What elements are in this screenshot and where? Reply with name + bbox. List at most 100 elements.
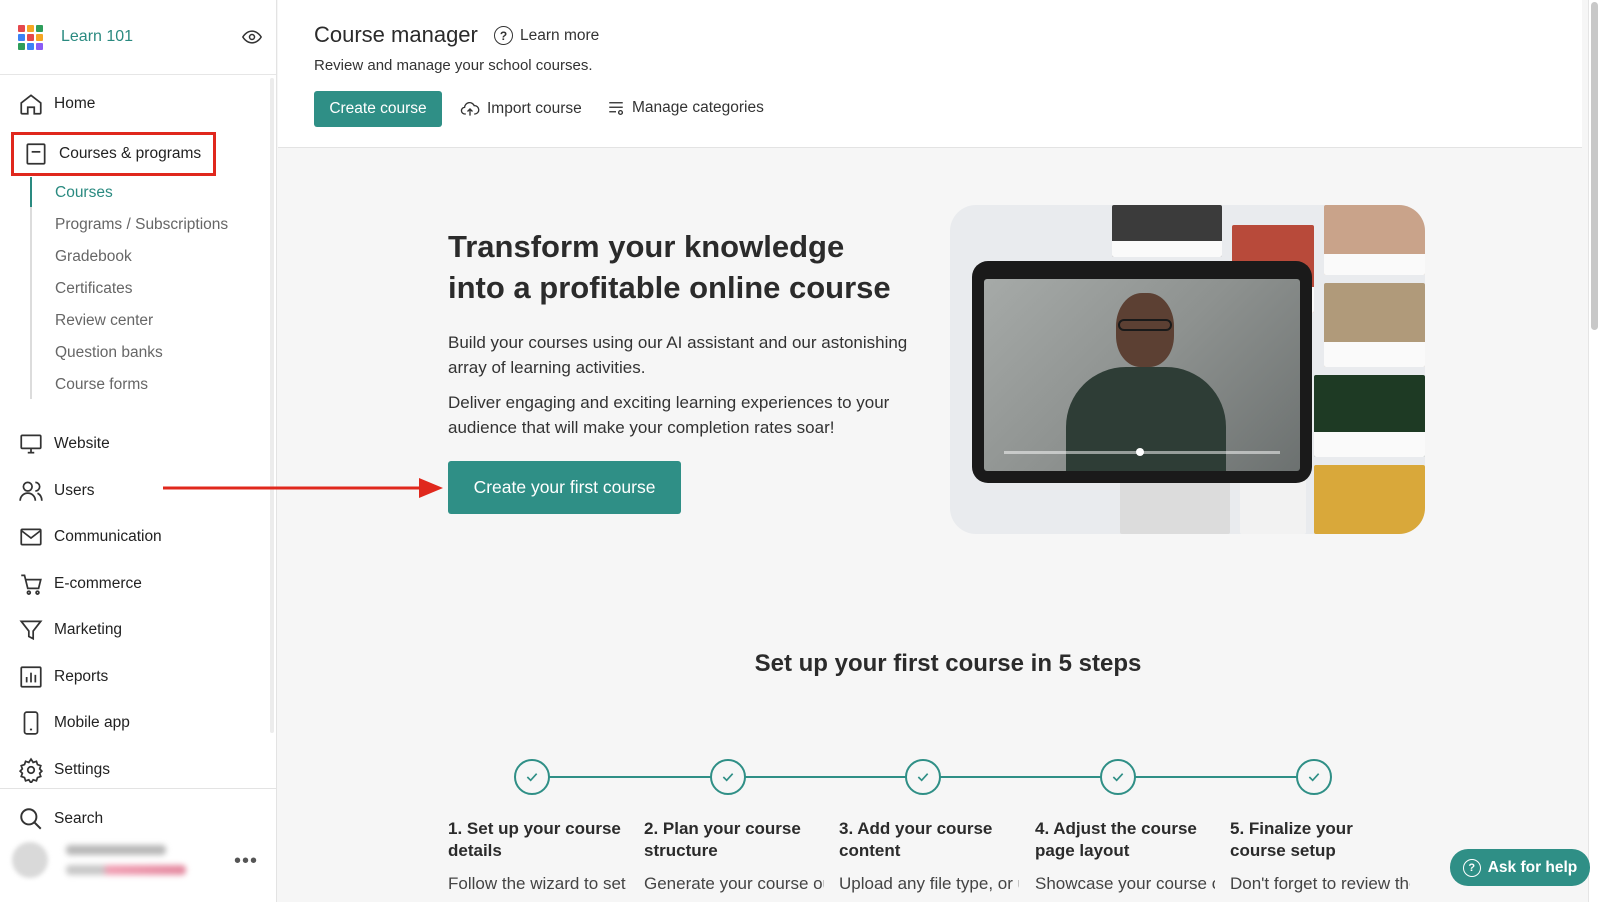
steps-title: Set up your first course in 5 steps <box>754 650 1142 677</box>
brand-logo-cell <box>36 33 43 41</box>
step-3-check-icon <box>905 759 941 795</box>
sidebar-item-label: Courses & programs <box>59 145 202 162</box>
brand-logo-cell <box>18 33 25 41</box>
video-screen <box>984 279 1300 471</box>
step-3-title: 3. Add your course content <box>839 819 993 860</box>
help-circle-icon: ? <box>494 26 513 45</box>
home-icon <box>20 94 42 115</box>
collage-tile <box>1314 465 1425 534</box>
step-2-description: Generate your course outline in a <box>644 874 824 893</box>
subnav-item-programs[interactable]: Programs / Subscriptions <box>55 216 228 234</box>
sidebar-item-users[interactable]: Users <box>18 478 94 504</box>
sidebar-item-search[interactable]: Search <box>18 806 103 832</box>
funnel-icon <box>19 620 43 641</box>
subnav-item-course-forms[interactable]: Course forms <box>55 376 148 394</box>
sidebar-item-label: Marketing <box>54 621 123 638</box>
categories-icon <box>609 102 624 116</box>
tablet-video-frame <box>972 261 1312 483</box>
account-menu[interactable] <box>12 842 186 878</box>
collage-tile <box>1112 205 1222 257</box>
courses-subnav: Courses Programs / Subscriptions Gradebo… <box>30 177 228 399</box>
manage-categories-label: Manage categories <box>632 99 764 116</box>
annotation-arrow-icon <box>163 478 443 498</box>
presenter-glasses <box>1118 319 1172 331</box>
subnav-item-courses[interactable]: Courses <box>55 184 113 202</box>
step-5-description: Don't forget to review the course <box>1230 874 1410 893</box>
eye-icon[interactable] <box>242 27 262 47</box>
create-first-course-button[interactable]: Create your first course <box>448 461 681 514</box>
page-subtitle: Review and manage your school courses. <box>314 57 593 74</box>
courses-icon <box>26 143 46 165</box>
ask-for-help-label: Ask for help <box>1487 858 1578 876</box>
collage-tile <box>1324 283 1425 367</box>
sidebar-scrollbar[interactable] <box>270 78 274 733</box>
sidebar-item-ecommerce[interactable]: E-commerce <box>18 571 142 597</box>
step-1-check-icon <box>514 759 550 795</box>
subnav-item-question-banks[interactable]: Question banks <box>55 344 163 362</box>
sidebar-item-settings[interactable]: Settings <box>18 757 110 783</box>
reports-icon <box>20 666 42 688</box>
subnav-item-certificates[interactable]: Certificates <box>55 280 133 298</box>
import-course-button[interactable]: Import course <box>460 99 582 119</box>
step-5-check-icon <box>1296 759 1332 795</box>
subnav-item-gradebook[interactable]: Gradebook <box>55 248 132 266</box>
brand-logo-cell <box>18 42 25 50</box>
collage-tile <box>1314 375 1425 457</box>
page-header: Course manager ? Learn more Review and m… <box>278 0 1582 148</box>
sidebar-item-courses-programs[interactable]: Courses & programs <box>11 132 217 176</box>
sidebar-item-label: Website <box>54 435 110 452</box>
active-indicator <box>30 177 32 207</box>
search-icon <box>20 808 42 830</box>
step-4-check-icon <box>1100 759 1136 795</box>
step-4-description: Showcase your course offering and <box>1035 874 1215 893</box>
page-title: Course manager <box>314 22 478 47</box>
hero-title: Transform your knowledge into a profitab… <box>448 229 891 305</box>
learn-more-link[interactable]: ? Learn more <box>494 26 599 45</box>
page-scrollbar-thumb[interactable] <box>1591 2 1598 330</box>
page-scrollbar[interactable] <box>1588 0 1600 902</box>
sidebar: Learn 101 Home Courses & programs Course… <box>0 0 277 902</box>
ask-for-help-button[interactable]: ? Ask for help <box>1450 849 1590 886</box>
create-course-button[interactable]: Create course <box>314 91 442 127</box>
sidebar-item-label: Home <box>54 95 96 112</box>
hero-paragraph-2: Deliver engaging and exciting learning e… <box>448 393 890 437</box>
sidebar-item-label: Search <box>54 810 104 827</box>
phone-icon <box>23 711 39 735</box>
step-1-description: Follow the wizard to set up title, URL <box>448 874 628 893</box>
learn-more-label: Learn more <box>520 26 600 44</box>
sidebar-item-home[interactable]: Home <box>18 91 95 117</box>
manage-categories-button[interactable]: Manage categories <box>607 99 764 117</box>
brand-name[interactable]: Learn 101 <box>61 28 133 46</box>
users-icon <box>19 481 43 501</box>
mail-icon <box>20 528 42 546</box>
collage-tile <box>1324 205 1425 275</box>
brand-bar: Learn 101 <box>0 0 276 75</box>
video-progress-bar <box>1004 448 1280 456</box>
monitor-icon <box>20 434 42 454</box>
sidebar-item-mobile-app[interactable]: Mobile app <box>18 710 130 736</box>
subnav-item-review-center[interactable]: Review center <box>55 312 153 330</box>
brand-logo-icon[interactable] <box>18 24 43 50</box>
sidebar-item-communication[interactable]: Communication <box>18 524 162 550</box>
brand-logo-cell <box>18 24 25 32</box>
hero-paragraph-1: Build your courses using our AI assistan… <box>448 333 908 377</box>
more-icon[interactable]: ••• <box>234 851 258 871</box>
sidebar-item-marketing[interactable]: Marketing <box>18 617 122 643</box>
step-2-check-icon <box>710 759 746 795</box>
avatar <box>12 842 48 878</box>
brand-logo-cell <box>27 33 34 41</box>
hero-illustration <box>950 205 1425 534</box>
sidebar-item-label: E-commerce <box>54 575 142 592</box>
sidebar-item-website[interactable]: Website <box>18 431 110 457</box>
step-5-title: 5. Finalize your course setup <box>1230 819 1353 860</box>
gear-icon <box>18 757 44 783</box>
cloud-upload-icon <box>460 102 480 116</box>
sidebar-divider <box>0 788 277 789</box>
brand-logo-cell <box>27 42 34 50</box>
account-info-blurred <box>66 845 186 875</box>
cart-icon <box>21 574 42 595</box>
sidebar-item-label: Mobile app <box>54 714 130 731</box>
sidebar-item-reports[interactable]: Reports <box>18 664 108 690</box>
sidebar-item-label: Users <box>54 482 95 499</box>
step-3-description: Upload any file type, or use our built-i… <box>839 874 1019 893</box>
